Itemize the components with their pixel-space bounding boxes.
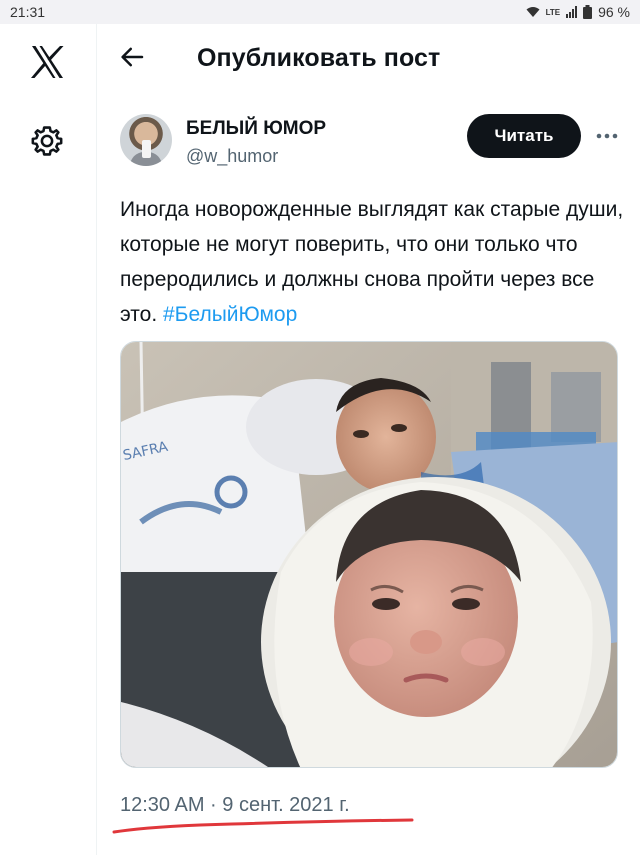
status-time: 21:31 [10,4,46,20]
follow-button[interactable]: Читать [467,114,581,158]
post-text: Иногда новорожденные выглядят как старые… [120,192,625,332]
status-bar: 21:31 LTE 96 % [0,0,640,24]
hashtag-link[interactable]: #БелыйЮмор [163,303,297,326]
signal-icon [566,6,578,18]
network-label: LTE [545,7,561,17]
author-name[interactable]: БЕЛЫЙ ЮМОР [186,118,326,140]
post-photo[interactable]: SAFRA [120,341,618,768]
avatar[interactable] [120,114,172,166]
more-icon[interactable] [594,126,620,146]
page-header: Опубликовать пост [97,24,640,96]
page-title: Опубликовать пост [197,44,441,72]
battery-percent: 96 % [598,4,630,20]
wifi-icon [526,7,540,17]
annotation-underline [112,818,414,834]
x-logo-icon[interactable] [27,42,67,82]
battery-icon [583,5,593,19]
gear-icon[interactable] [30,124,64,158]
back-arrow-icon[interactable] [117,42,147,72]
status-icons: LTE 96 % [526,4,630,20]
author-handle[interactable]: @w_humor [186,146,278,167]
nav-rail [0,24,97,855]
photo-illustration: SAFRA [121,342,617,767]
